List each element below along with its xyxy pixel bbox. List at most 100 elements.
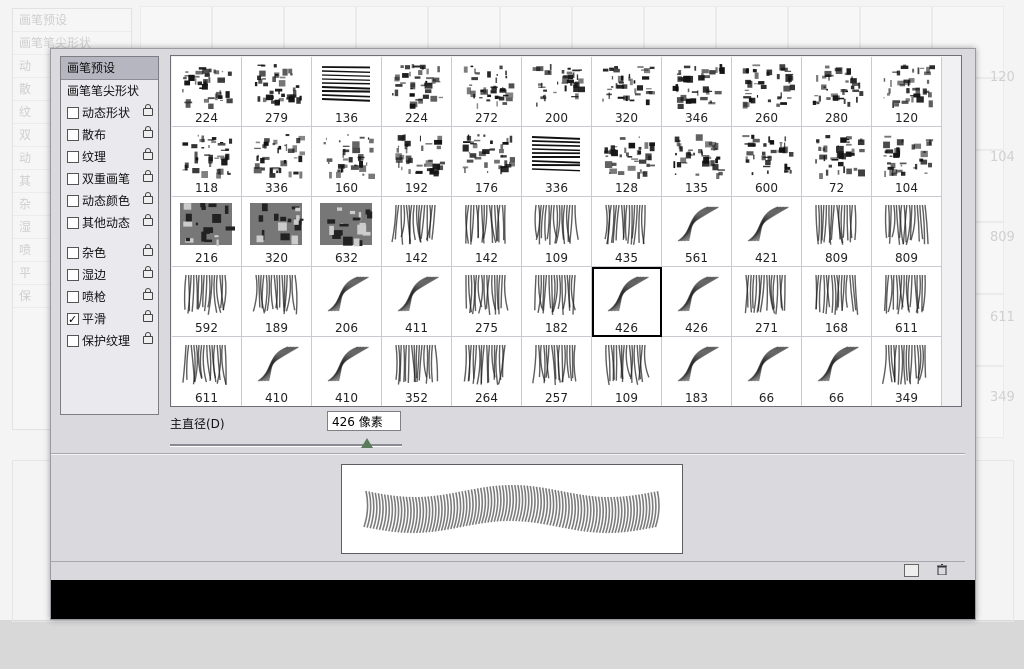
- sidebar-item-brush-presets[interactable]: 画笔预设: [61, 57, 158, 80]
- option-checkbox[interactable]: [67, 151, 79, 163]
- brush-preset-cell[interactable]: 320: [592, 57, 662, 127]
- brush-preset-cell[interactable]: 182: [522, 267, 592, 337]
- lock-icon[interactable]: [143, 332, 153, 344]
- brush-preset-cell[interactable]: 421: [732, 197, 802, 267]
- sidebar-option[interactable]: 动态形状: [61, 102, 158, 124]
- sidebar-option[interactable]: 平滑: [61, 308, 158, 331]
- brush-preset-cell[interactable]: 216: [172, 197, 242, 267]
- brush-preset-cell[interactable]: 271: [732, 267, 802, 337]
- option-checkbox[interactable]: [67, 173, 79, 185]
- brush-preset-cell[interactable]: 352: [382, 337, 452, 406]
- brush-preset-cell[interactable]: 346: [662, 57, 732, 127]
- brush-preset-cell[interactable]: 66: [732, 337, 802, 406]
- option-checkbox[interactable]: [67, 129, 79, 141]
- brush-preset-cell[interactable]: 272: [452, 57, 522, 127]
- brush-preset-cell[interactable]: 611: [872, 267, 942, 337]
- brush-preset-cell[interactable]: 176: [452, 127, 522, 197]
- lock-icon[interactable]: [143, 214, 153, 226]
- brush-preset-cell[interactable]: 336: [522, 127, 592, 197]
- sidebar-option[interactable]: 保护纹理: [61, 330, 158, 352]
- brush-preset-cell[interactable]: 189: [242, 267, 312, 337]
- brush-preset-cell[interactable]: 104: [872, 127, 942, 197]
- lock-icon[interactable]: [143, 266, 153, 278]
- option-checkbox[interactable]: [67, 269, 79, 281]
- option-checkbox[interactable]: [67, 195, 79, 207]
- brush-preset-cell[interactable]: 600: [732, 127, 802, 197]
- option-checkbox[interactable]: [67, 335, 79, 347]
- brush-preset-cell[interactable]: 809: [802, 197, 872, 267]
- lock-icon[interactable]: [143, 104, 153, 116]
- sidebar-option[interactable]: 双重画笔: [61, 168, 158, 190]
- brush-preset-cell[interactable]: 632: [312, 197, 382, 267]
- option-checkbox[interactable]: [67, 217, 79, 229]
- brush-tip-thumbnail: [250, 203, 304, 245]
- brush-preset-cell[interactable]: 279: [242, 57, 312, 127]
- brush-preset-cell[interactable]: 136: [312, 57, 382, 127]
- brush-preset-cell[interactable]: 142: [452, 197, 522, 267]
- diameter-slider-thumb[interactable]: [361, 438, 374, 448]
- trash-icon[interactable]: [935, 564, 948, 576]
- brush-preset-cell[interactable]: 135: [662, 127, 732, 197]
- option-checkbox[interactable]: [67, 309, 79, 331]
- brush-preset-cell[interactable]: 109: [592, 337, 662, 406]
- brush-preset-cell[interactable]: 426: [662, 267, 732, 337]
- brush-preset-cell[interactable]: 320: [242, 197, 312, 267]
- brush-preset-cell[interactable]: 410: [242, 337, 312, 406]
- brush-preset-cell[interactable]: 120: [872, 57, 942, 127]
- brush-preset-cell[interactable]: 142: [382, 197, 452, 267]
- brush-preset-cell[interactable]: 336: [242, 127, 312, 197]
- sidebar-option[interactable]: 喷枪: [61, 286, 158, 308]
- sidebar-option[interactable]: 湿边: [61, 264, 158, 286]
- lock-icon[interactable]: [143, 126, 153, 138]
- master-diameter-input[interactable]: 426 像素: [327, 411, 401, 431]
- brush-preset-cell[interactable]: 592: [172, 267, 242, 337]
- lock-icon[interactable]: [143, 244, 153, 256]
- brush-preset-cell[interactable]: 426: [592, 267, 662, 337]
- brush-preset-cell[interactable]: 260: [732, 57, 802, 127]
- brush-preset-cell[interactable]: 200: [522, 57, 592, 127]
- brush-preset-cell[interactable]: 561: [662, 197, 732, 267]
- brush-preset-cell[interactable]: 168: [802, 267, 872, 337]
- brush-preset-cell[interactable]: 224: [172, 57, 242, 127]
- sidebar-option[interactable]: 杂色: [61, 242, 158, 264]
- brush-preset-cell[interactable]: 435: [592, 197, 662, 267]
- brush-preset-cell[interactable]: 183: [662, 337, 732, 406]
- brush-size-label: 809: [825, 251, 848, 265]
- brush-preset-cell[interactable]: 410: [312, 337, 382, 406]
- brush-preset-cell[interactable]: 257: [522, 337, 592, 406]
- lock-icon[interactable]: [143, 310, 153, 322]
- brush-preset-cell[interactable]: 280: [802, 57, 872, 127]
- lock-icon[interactable]: [143, 288, 153, 300]
- option-checkbox[interactable]: [67, 247, 79, 259]
- lock-icon[interactable]: [143, 170, 153, 182]
- brush-preset-cell[interactable]: 118: [172, 127, 242, 197]
- brush-preset-cell[interactable]: 160: [312, 127, 382, 197]
- sidebar-item-tip-shape[interactable]: 画笔笔尖形状: [61, 80, 158, 102]
- brush-preset-cell[interactable]: 109: [522, 197, 592, 267]
- sidebar-option[interactable]: 散布: [61, 124, 158, 146]
- brush-tip-thumbnail: [883, 274, 926, 315]
- lock-icon[interactable]: [143, 148, 153, 160]
- sidebar-option[interactable]: 其他动态: [61, 212, 158, 234]
- option-checkbox[interactable]: [67, 291, 79, 303]
- sidebar-option[interactable]: 动态颜色: [61, 190, 158, 212]
- brush-tip-thumbnail: [257, 346, 299, 382]
- brush-preset-cell[interactable]: 411: [382, 267, 452, 337]
- brush-preset-cell[interactable]: 66: [802, 337, 872, 406]
- brush-preset-cell[interactable]: 192: [382, 127, 452, 197]
- brush-preset-cell[interactable]: 275: [452, 267, 522, 337]
- brush-preset-cell[interactable]: 72: [802, 127, 872, 197]
- brush-size-label: 224: [405, 111, 428, 125]
- brush-size-label: 279: [265, 111, 288, 125]
- brush-preset-cell[interactable]: 264: [452, 337, 522, 406]
- brush-preset-cell[interactable]: 809: [872, 197, 942, 267]
- sidebar-option[interactable]: 纹理: [61, 146, 158, 168]
- brush-preset-cell[interactable]: 128: [592, 127, 662, 197]
- brush-preset-cell[interactable]: 206: [312, 267, 382, 337]
- lock-icon[interactable]: [143, 192, 153, 204]
- option-checkbox[interactable]: [67, 107, 79, 119]
- brush-preset-cell[interactable]: 611: [172, 337, 242, 406]
- brush-preset-cell[interactable]: 349: [872, 337, 942, 406]
- brush-preset-cell[interactable]: 224: [382, 57, 452, 127]
- new-brush-icon[interactable]: [904, 564, 919, 577]
